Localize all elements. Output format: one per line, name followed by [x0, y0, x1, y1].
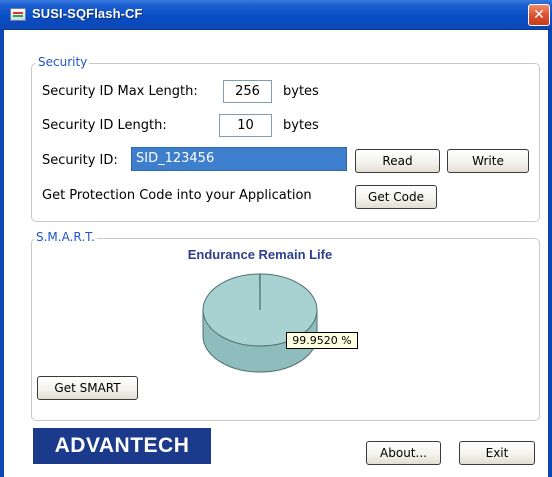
pie-chart: [202, 273, 318, 373]
get-code-button[interactable]: Get Code: [355, 185, 437, 209]
max-length-unit: bytes: [283, 84, 319, 99]
max-length-label: Security ID Max Length:: [42, 84, 198, 99]
length-unit: bytes: [283, 118, 319, 133]
app-icon: [10, 8, 26, 21]
pie-data-label: 99.9520 %: [286, 332, 358, 349]
window-frame-left: [0, 30, 4, 477]
exit-button[interactable]: Exit: [459, 441, 535, 465]
length-field[interactable]: 10: [219, 114, 272, 137]
about-button[interactable]: About...: [366, 441, 441, 465]
main-window: SUSI-SQFlash-CF ✕ Security Security ID M…: [0, 0, 552, 477]
security-legend: Security: [36, 55, 90, 69]
window-title: SUSI-SQFlash-CF: [32, 6, 143, 21]
security-id-field[interactable]: SID_123456: [131, 147, 347, 171]
chart-title: Endurance Remain Life: [187, 247, 333, 262]
advantech-logo: ADVANTECH: [33, 428, 211, 464]
close-button[interactable]: ✕: [528, 4, 550, 26]
length-label: Security ID Length:: [42, 118, 167, 133]
max-length-field[interactable]: 256: [223, 80, 272, 103]
title-bar[interactable]: SUSI-SQFlash-CF ✕: [0, 0, 552, 30]
protection-code-label: Get Protection Code into your Applicatio…: [42, 188, 312, 203]
smart-legend: S.M.A.R.T.: [34, 230, 97, 244]
security-id-label: Security ID:: [42, 153, 118, 168]
read-button[interactable]: Read: [355, 149, 440, 173]
get-smart-button[interactable]: Get SMART: [37, 376, 138, 400]
window-frame-right: [548, 30, 552, 477]
write-button[interactable]: Write: [447, 149, 529, 173]
